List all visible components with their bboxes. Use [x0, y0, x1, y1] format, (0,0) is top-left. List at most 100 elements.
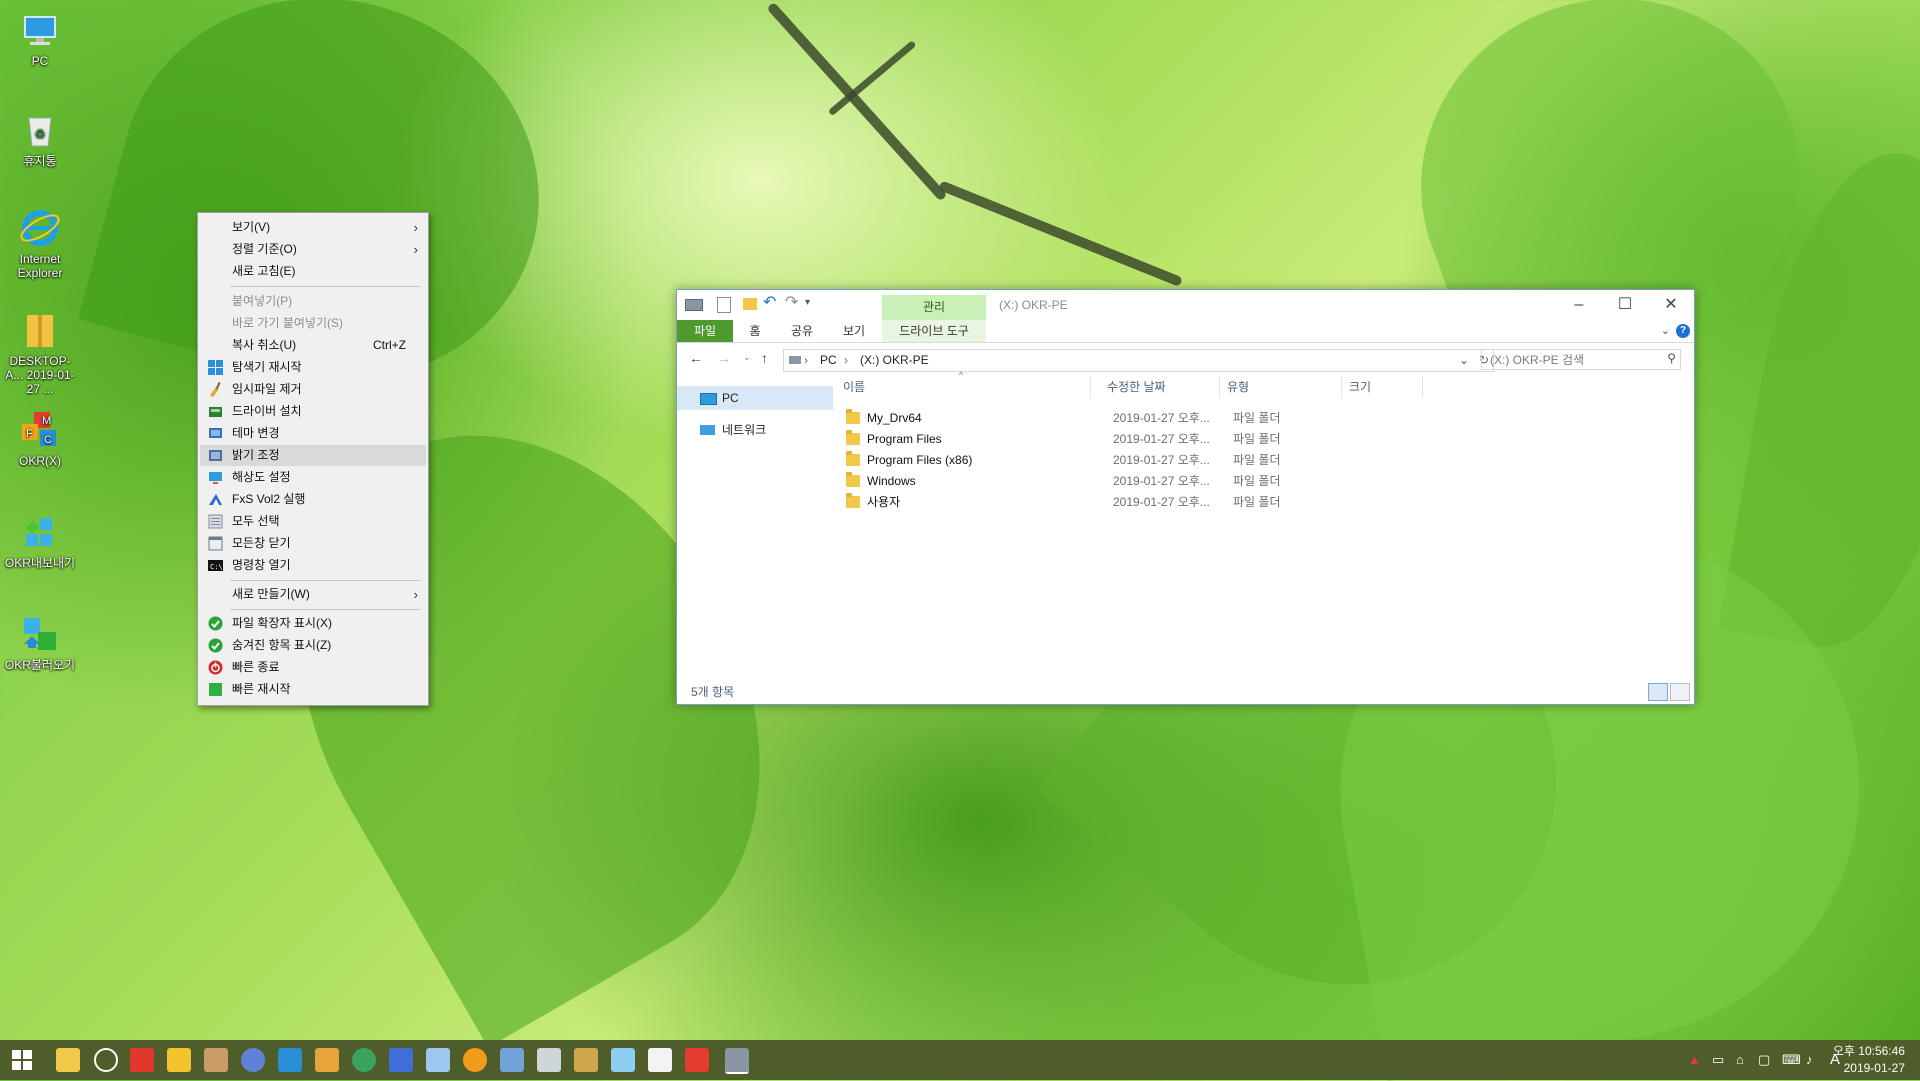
menu-item-restart-explorer[interactable]: 탐색기 재시작: [200, 357, 426, 378]
item-date: 2019-01-27 오후...: [1113, 432, 1210, 446]
desktop-icon-okr-export[interactable]: OKR내보내기: [0, 512, 80, 570]
app-red-icon[interactable]: [130, 1048, 154, 1072]
quick-access-dropdown-icon[interactable]: ▾: [805, 297, 810, 308]
address-dropdown-icon[interactable]: ⌄: [1459, 350, 1469, 371]
menu-item-show-extensions[interactable]: 파일 확장자 표시(X): [200, 613, 426, 634]
menu-item-show-hidden[interactable]: 숨겨진 항목 표시(Z): [200, 635, 426, 656]
app-blue-icon[interactable]: [389, 1048, 413, 1072]
tab-share[interactable]: 공유: [777, 320, 827, 342]
menu-item-view[interactable]: 보기(V) ›: [200, 217, 426, 238]
menu-item-resolution[interactable]: 해상도 설정: [200, 467, 426, 488]
menu-item-new[interactable]: 새로 만들기(W) ›: [200, 584, 426, 605]
app-orange-circle-icon[interactable]: [463, 1048, 487, 1072]
desktop-icon-okr-import[interactable]: OKR불러오기: [0, 614, 80, 672]
menu-item-label: 모든창 닫기: [232, 536, 291, 550]
app-image-icon[interactable]: [500, 1048, 524, 1072]
large-icons-view-button[interactable]: [1670, 683, 1690, 701]
maximize-button[interactable]: ☐: [1602, 290, 1648, 320]
list-item[interactable]: Program Files 2019-01-27 오후... 파일 폴더: [837, 429, 1437, 450]
menu-item-paste-shortcut[interactable]: 바로 가기 붙여넣기(S): [200, 313, 426, 334]
list-item[interactable]: Program Files (x86) 2019-01-27 오후... 파일 폴더: [837, 450, 1437, 471]
menu-item-sort-by[interactable]: 정렬 기준(O) ›: [200, 239, 426, 260]
menu-item-undo-copy[interactable]: 복사 취소(U) Ctrl+Z: [200, 335, 426, 356]
desktop-icon-ie[interactable]: Internet Explorer: [0, 208, 80, 280]
redo-icon[interactable]: ↷: [785, 292, 798, 312]
list-item[interactable]: My_Drv64 2019-01-27 오후... 파일 폴더: [837, 408, 1437, 429]
app-globe-icon[interactable]: [241, 1048, 265, 1072]
potplayer-icon[interactable]: [167, 1048, 191, 1072]
menu-item-change-theme[interactable]: 테마 변경: [200, 423, 426, 444]
properties-icon[interactable]: [717, 297, 731, 313]
back-button[interactable]: ←: [689, 350, 703, 366]
desktop-icon-okr[interactable]: MFC OKR(X): [0, 410, 80, 468]
close-red-icon[interactable]: [685, 1048, 709, 1072]
menu-item-quick-restart[interactable]: 빠른 재시작: [200, 679, 426, 700]
breadcrumb-drive[interactable]: (X:) OKR-PE: [860, 350, 929, 371]
menu-item-close-all-windows[interactable]: 모든창 닫기: [200, 533, 426, 554]
breadcrumb-pc[interactable]: PC: [820, 350, 837, 371]
app-browser-icon[interactable]: [352, 1048, 376, 1072]
volume-icon[interactable]: ♪: [1806, 1040, 1813, 1080]
tray-arrow-icon[interactable]: ▲: [1688, 1040, 1701, 1080]
menu-item-quick-shutdown[interactable]: 빠른 종료: [200, 657, 426, 678]
desktop-icon-recycle-bin[interactable]: ♻ 휴지통: [0, 110, 80, 168]
nav-item-pc[interactable]: PC: [677, 386, 833, 410]
close-all-icon: [208, 536, 223, 551]
address-bar[interactable]: › PC › (X:) OKR-PE ⌄ ↻: [783, 349, 1494, 372]
minimize-button[interactable]: –: [1556, 290, 1602, 320]
app-mail-icon[interactable]: [648, 1048, 672, 1072]
forward-button[interactable]: →: [717, 350, 731, 366]
menu-item-clean-temp[interactable]: 임시파일 제거: [200, 379, 426, 400]
list-item[interactable]: 사용자 2019-01-27 오후... 파일 폴더: [837, 492, 1437, 513]
ribbon-expand-icon[interactable]: ⌄: [1661, 324, 1670, 337]
menu-item-install-driver[interactable]: 드라이버 설치: [200, 401, 426, 422]
taskbar-clock[interactable]: 오후 10:56:46 2019-01-27: [1825, 1043, 1905, 1077]
start-button[interactable]: [12, 1050, 32, 1070]
desktop-icon-pc[interactable]: PC: [0, 10, 80, 68]
column-size[interactable]: 크기: [1343, 376, 1423, 398]
file-explorer-icon[interactable]: [56, 1048, 80, 1072]
menu-item-select-all[interactable]: 모두 선택: [200, 511, 426, 532]
column-date-modified[interactable]: 수정한 날짜: [1101, 376, 1220, 398]
menu-item-refresh[interactable]: 새로 고침(E): [200, 261, 426, 282]
search-input[interactable]: (X:) OKR-PE 검색: [1481, 349, 1681, 370]
desktop-icon-backup-folder[interactable]: DESKTOP-A... 2019-01-27 ...: [0, 310, 80, 396]
help-icon[interactable]: ?: [1676, 324, 1690, 338]
undo-icon[interactable]: ↶: [763, 292, 776, 312]
tray-monitor-icon[interactable]: ▭: [1712, 1040, 1724, 1080]
tools-icon[interactable]: [537, 1048, 561, 1072]
network-icon[interactable]: ⌨: [1782, 1040, 1801, 1080]
menu-item-fxs-vol2[interactable]: FxS Vol2 실행: [200, 489, 426, 510]
menu-item-label: 정렬 기준(O): [232, 242, 297, 256]
close-button[interactable]: ✕: [1648, 290, 1694, 320]
tab-home[interactable]: 홈: [735, 320, 775, 342]
search-icon: ⚲: [1667, 351, 1676, 365]
details-view-button[interactable]: [1648, 683, 1668, 701]
menu-item-label: 모두 선택: [232, 514, 280, 528]
tray-window-icon[interactable]: ▢: [1758, 1040, 1770, 1080]
menu-item-paste[interactable]: 붙여넣기(P): [200, 291, 426, 312]
menu-item-open-cmd[interactable]: C:\ 명령창 열기: [200, 555, 426, 576]
column-name[interactable]: 이름: [837, 376, 1091, 398]
tray-usb-icon[interactable]: ⌂: [1736, 1040, 1744, 1080]
app-grid-icon[interactable]: [574, 1048, 598, 1072]
app-laptop-icon[interactable]: [611, 1048, 635, 1072]
app-doc-icon[interactable]: [426, 1048, 450, 1072]
up-button[interactable]: ↑: [761, 350, 768, 366]
svg-text:♻: ♻: [35, 127, 46, 141]
new-folder-icon[interactable]: [743, 298, 757, 310]
menu-item-brightness[interactable]: 밝기 조정: [200, 445, 426, 466]
tab-file[interactable]: 파일: [677, 320, 733, 342]
tab-view[interactable]: 보기: [829, 320, 879, 342]
tab-drive-tools[interactable]: 드라이브 도구: [882, 320, 986, 342]
app-colorful-icon[interactable]: [315, 1048, 339, 1072]
recent-dropdown-icon[interactable]: ⌄: [743, 352, 751, 363]
list-item[interactable]: Windows 2019-01-27 오후... 파일 폴더: [837, 471, 1437, 492]
column-type[interactable]: 유형: [1221, 376, 1342, 398]
contextual-tab-manage[interactable]: 관리: [882, 295, 986, 320]
app-pen-icon[interactable]: [278, 1048, 302, 1072]
explorer-running-icon[interactable]: [725, 1048, 749, 1074]
app-cup-icon[interactable]: [204, 1048, 228, 1072]
nav-item-network[interactable]: 네트워크: [677, 418, 833, 442]
capture-icon[interactable]: [94, 1048, 118, 1072]
